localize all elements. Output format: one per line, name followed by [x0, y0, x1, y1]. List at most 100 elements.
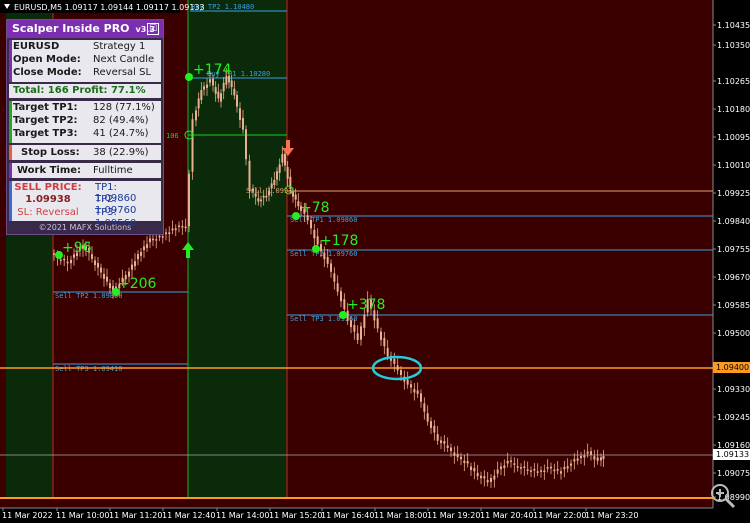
candle-body — [360, 326, 362, 340]
candle-body — [222, 82, 225, 92]
time-label: 11 Mar 22:00 — [533, 511, 586, 520]
candle-body — [330, 263, 332, 272]
candle-body — [583, 455, 586, 458]
time-label: 11 Mar 18:00 — [374, 511, 427, 520]
candle-body — [220, 93, 222, 102]
candle-body — [420, 393, 422, 402]
candle-body — [310, 220, 312, 229]
candle-body — [400, 370, 402, 375]
candle-body — [63, 258, 66, 261]
profit-label-378: +378 — [347, 297, 385, 313]
candle-body — [566, 466, 569, 469]
settings-block: EURUSD Strategy 1 Open Mode: Next Candle C… — [9, 40, 161, 82]
candle-body — [353, 325, 356, 332]
candle-body — [433, 425, 436, 433]
candle-body — [543, 470, 546, 473]
symbol-label: EURUSD — [13, 41, 60, 52]
candle-body — [168, 232, 171, 235]
candle-body — [188, 173, 190, 227]
candle-body — [137, 254, 139, 260]
sell-tp1-label: Sell TP1 1.09860 — [290, 216, 357, 224]
candle-body — [191, 119, 194, 172]
price-label: 1.10180 — [717, 105, 750, 114]
time-label: 11 Mar 11:20 — [109, 511, 162, 520]
panel-checkbox[interactable]: ☑ — [147, 23, 159, 35]
price-label: 1.09840 — [717, 217, 750, 226]
tp3-value: 41 (24.7%) — [93, 128, 149, 139]
candle-body — [316, 236, 319, 245]
candle-body — [174, 228, 177, 231]
candle-body — [493, 475, 496, 480]
strategy-value: Strategy 1 — [93, 41, 146, 52]
candle-body — [203, 86, 205, 90]
candle-body — [143, 246, 145, 251]
price-tag-current-text: 1.09133 — [716, 450, 749, 459]
candle-body — [560, 471, 562, 474]
time-label: 11 Mar 20:40 — [480, 511, 533, 520]
candle-body — [553, 469, 556, 472]
candle-body — [134, 261, 136, 267]
candle-body — [343, 299, 346, 310]
candle-body — [281, 154, 284, 163]
candle-body — [178, 225, 180, 227]
candle-body — [490, 478, 492, 482]
price-label: 1.09075 — [717, 469, 750, 478]
candle-body — [66, 261, 69, 264]
candle-body — [97, 263, 99, 268]
sell-tp3-label-a: Sell TP3 1.09410 — [55, 365, 122, 373]
candle-body — [356, 333, 359, 340]
panel-title: Scalper Inside PRO v3.3 ☑ — [7, 20, 163, 38]
candle-body — [496, 469, 499, 474]
candle-body — [70, 259, 72, 264]
candle-body — [536, 471, 539, 473]
candle-body — [140, 252, 142, 256]
candle-body — [181, 226, 184, 228]
candle-body — [209, 79, 211, 83]
sl-mode: SL: Reversal — [17, 207, 79, 218]
candle-body — [100, 267, 102, 273]
candle-body — [590, 451, 592, 455]
copyright: ©2021 MAFX Solutions — [38, 223, 132, 232]
candle-body — [294, 194, 297, 200]
signal-dot — [292, 212, 300, 220]
price-label: 1.09755 — [717, 245, 750, 254]
candle-body — [550, 466, 552, 469]
candle-body — [350, 320, 352, 328]
candle-body — [245, 129, 247, 160]
candle-body — [410, 384, 412, 388]
candle-body — [423, 403, 426, 412]
candle-body — [516, 466, 519, 468]
candle-body — [523, 466, 526, 469]
candle-body — [602, 456, 605, 459]
candle-body — [326, 257, 329, 264]
signal-dot — [185, 73, 193, 81]
panel-title-text: Scalper Inside PRO — [12, 22, 130, 35]
candle-body — [510, 460, 512, 462]
candle-body — [200, 90, 203, 100]
price-label: 1.09925 — [717, 189, 750, 198]
candle-body — [323, 252, 326, 260]
candle-body — [473, 467, 476, 472]
candle-body — [53, 253, 55, 255]
candle-body — [563, 466, 566, 470]
candle-body — [486, 480, 489, 483]
candle-body — [450, 447, 452, 451]
candle-body — [284, 153, 286, 166]
candle-body — [446, 445, 449, 448]
candle-body — [195, 110, 197, 121]
candle-body — [262, 195, 265, 198]
candle-body — [443, 441, 446, 444]
work-label: Work Time: — [17, 165, 82, 176]
profit-label-206: +206 — [118, 276, 157, 292]
candle-body — [340, 291, 342, 302]
open-mode-label: Open Mode: — [13, 54, 81, 65]
worktime-block: Work Time: Fulltime — [9, 163, 161, 178]
candle-body — [530, 470, 532, 472]
candle-body — [270, 183, 273, 189]
candle-body — [376, 318, 379, 329]
targets-block: Target TP1: 128 (77.1%) Target TP2: 82 (49… — [9, 101, 161, 143]
candle-body — [109, 283, 111, 288]
candle-body — [131, 264, 133, 270]
time-label: 11 Mar 23:20 — [585, 511, 638, 520]
candle-body — [456, 453, 459, 458]
